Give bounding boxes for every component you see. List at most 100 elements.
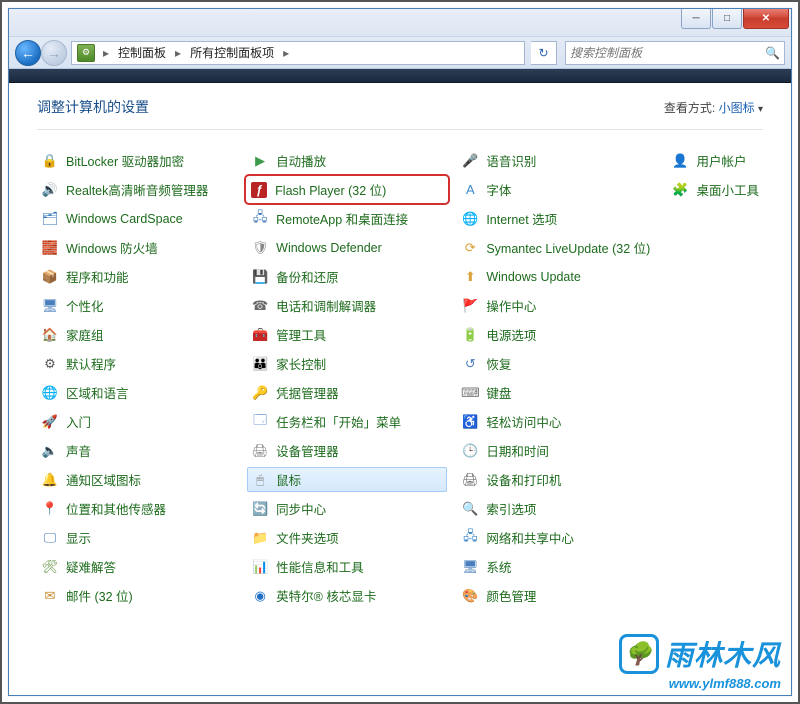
- item-icon: 🚀: [41, 413, 59, 431]
- item-icon: 🛡: [251, 239, 269, 257]
- control-panel-item[interactable]: 🖵显示: [37, 525, 237, 550]
- control-panel-item[interactable]: 🔊Realtek高清晰音频管理器: [37, 177, 237, 202]
- control-panel-item[interactable]: A字体: [457, 177, 657, 202]
- control-panel-item[interactable]: ⚙默认程序: [37, 351, 237, 376]
- item-icon: ▶: [251, 152, 269, 170]
- control-panel-item[interactable]: 🗂Windows CardSpace: [37, 206, 237, 231]
- control-panel-item[interactable]: 🖥个性化: [37, 293, 237, 318]
- forward-button[interactable]: →: [41, 40, 67, 66]
- refresh-button[interactable]: ↻: [531, 41, 557, 65]
- control-panel-icon: ⚙: [77, 44, 95, 62]
- item-label: 程序和功能: [66, 267, 129, 286]
- control-panel-item[interactable]: 🧰管理工具: [247, 322, 447, 347]
- control-panel-item[interactable]: 🌐Internet 选项: [457, 206, 657, 231]
- item-icon: 🌐: [461, 210, 479, 228]
- nav-buttons: ← →: [15, 40, 67, 66]
- back-button[interactable]: ←: [15, 40, 41, 66]
- breadcrumb-part-2[interactable]: 所有控制面板项: [186, 41, 278, 64]
- item-icon: ↺: [461, 355, 479, 373]
- item-icon: 🖨: [461, 471, 479, 489]
- control-panel-item[interactable]: 📁文件夹选项: [247, 525, 447, 550]
- control-panel-item[interactable]: 🔔通知区域图标: [37, 467, 237, 492]
- item-icon: 🗔: [251, 413, 269, 431]
- close-button[interactable]: ✕: [743, 9, 789, 29]
- item-icon: ⬆: [461, 268, 479, 286]
- item-label: 疑难解答: [66, 557, 116, 576]
- item-icon: 🔒: [41, 152, 59, 170]
- control-panel-item[interactable]: ⌨键盘: [457, 380, 657, 405]
- item-label: 操作中心: [486, 296, 536, 315]
- control-panel-item[interactable]: 🔋电源选项: [457, 322, 657, 347]
- search-input[interactable]: [570, 46, 765, 60]
- item-label: 性能信息和工具: [276, 557, 364, 576]
- control-panel-item[interactable]: 🗔任务栏和「开始」菜单: [247, 409, 447, 434]
- control-panel-item[interactable]: 📊性能信息和工具: [247, 554, 447, 579]
- item-icon: 📁: [251, 529, 269, 547]
- control-panel-item[interactable]: 🔒BitLocker 驱动器加密: [37, 148, 237, 173]
- control-panel-item[interactable]: 🧩桌面小工具: [667, 177, 763, 202]
- item-icon: 🔋: [461, 326, 479, 344]
- breadcrumb[interactable]: ⚙ ▸ 控制面板 ▸ 所有控制面板项 ▸: [71, 41, 525, 65]
- control-panel-item[interactable]: 🛠疑难解答: [37, 554, 237, 579]
- control-panel-item[interactable]: 🔑凭据管理器: [247, 380, 447, 405]
- control-panel-item[interactable]: 💾备份和还原: [247, 264, 447, 289]
- control-panel-item[interactable]: 🔄同步中心: [247, 496, 447, 521]
- watermark-logo: 🌳 雨林木风: [619, 634, 781, 674]
- control-panel-item[interactable]: ▶自动播放: [247, 148, 447, 173]
- item-label: 入门: [66, 412, 91, 431]
- control-panel-item[interactable]: ◉英特尔® 核芯显卡: [247, 583, 447, 608]
- item-icon: ◉: [251, 587, 269, 605]
- control-panel-item[interactable]: 🚀 入门: [37, 409, 237, 434]
- control-panel-item[interactable]: 🖱鼠标: [247, 467, 447, 492]
- address-bar: ← → ⚙ ▸ 控制面板 ▸ 所有控制面板项 ▸ ↻ 🔍: [9, 37, 791, 69]
- control-panel-item[interactable]: 👤用户帐户: [667, 148, 763, 173]
- control-panel-item[interactable]: 🎤语音识别: [457, 148, 657, 173]
- control-panel-item[interactable]: ⬆Windows Update: [457, 264, 657, 289]
- control-panel-item[interactable]: 🖨设备管理器: [247, 438, 447, 463]
- item-icon: 🖧: [251, 210, 269, 228]
- control-panel-item[interactable]: ♿轻松访问中心: [457, 409, 657, 434]
- control-panel-item[interactable]: 🌐 区域和语言: [37, 380, 237, 405]
- control-panel-item[interactable]: 🖧RemoteApp 和桌面连接: [247, 206, 447, 231]
- watermark-url: www.ylmf888.com: [619, 676, 781, 691]
- viewby-value[interactable]: 小图标: [719, 101, 755, 115]
- item-label: 区域和语言: [66, 383, 129, 402]
- item-icon: 🖧: [461, 529, 479, 547]
- breadcrumb-part-1[interactable]: 控制面板: [114, 41, 170, 64]
- minimize-button[interactable]: ─: [681, 9, 711, 29]
- control-panel-item[interactable]: 🛡Windows Defender: [247, 235, 447, 260]
- breadcrumb-separator: ▸: [170, 46, 186, 60]
- item-label: 设备和打印机: [486, 470, 561, 489]
- control-panel-item[interactable]: 🚩操作中心: [457, 293, 657, 318]
- control-panel-item[interactable]: 🏠家庭组: [37, 322, 237, 347]
- control-panel-item[interactable]: 🕒日期和时间: [457, 438, 657, 463]
- control-panel-item[interactable]: 🔈声音: [37, 438, 237, 463]
- item-icon: 🖱: [251, 471, 269, 489]
- item-label: 桌面小工具: [696, 180, 759, 199]
- control-panel-item[interactable]: 🔍索引选项: [457, 496, 657, 521]
- search-box[interactable]: 🔍: [565, 41, 785, 65]
- control-panel-item[interactable]: 📍位置和其他传感器: [37, 496, 237, 521]
- control-panel-item[interactable]: 📦程序和功能: [37, 264, 237, 289]
- item-label: Flash Player (32 位): [275, 180, 386, 199]
- item-icon: 💾: [251, 268, 269, 286]
- item-icon: 🌐: [41, 384, 59, 402]
- maximize-button[interactable]: □: [712, 9, 742, 29]
- control-panel-item[interactable]: ⟳Symantec LiveUpdate (32 位): [457, 235, 657, 260]
- control-panel-item[interactable]: ƒFlash Player (32 位): [247, 177, 447, 202]
- item-label: 电话和调制解调器: [276, 296, 376, 315]
- control-panel-item[interactable]: 🖧网络和共享中心: [457, 525, 657, 550]
- control-panel-item[interactable]: 🖥系统: [457, 554, 657, 579]
- item-icon: ⚙: [41, 355, 59, 373]
- item-label: 管理工具: [276, 325, 326, 344]
- control-panel-item[interactable]: 🖨 设备和打印机: [457, 467, 657, 492]
- control-panel-item[interactable]: ↺恢复: [457, 351, 657, 376]
- item-icon: 👪: [251, 355, 269, 373]
- control-panel-item[interactable]: 🧱Windows 防火墙: [37, 235, 237, 260]
- control-panel-item[interactable]: 👪家长控制: [247, 351, 447, 376]
- control-panel-item[interactable]: ✉邮件 (32 位): [37, 583, 237, 608]
- control-panel-item[interactable]: 🎨颜色管理: [457, 583, 657, 608]
- item-icon: A: [461, 181, 479, 199]
- view-by-control[interactable]: 查看方式: 小图标 ▾: [664, 99, 763, 116]
- control-panel-item[interactable]: ☎电话和调制解调器: [247, 293, 447, 318]
